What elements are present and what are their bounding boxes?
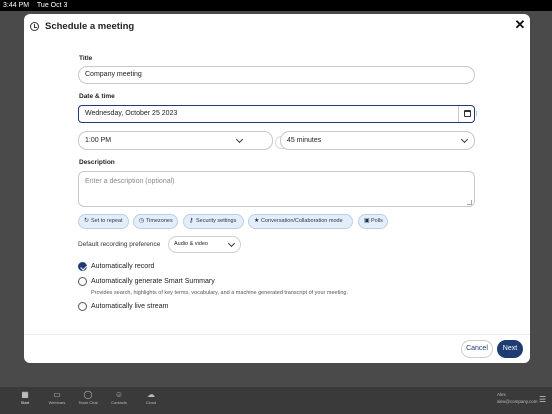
start-time-select[interactable]: 1:00 PM <box>78 131 273 150</box>
chip-label: Conversation/Collaboration mode <box>261 218 343 224</box>
set-to-repeat-button[interactable]: ↻ Set to repeat <box>78 214 129 229</box>
datetime-label: Date & time <box>79 93 115 100</box>
recording-pref-value: Audio & video <box>174 241 208 247</box>
poll-icon: ▣ <box>364 218 370 224</box>
chip-label: Timezones <box>146 218 173 224</box>
nav-item-label: Webinars <box>48 400 66 405</box>
auto-record-checkbox[interactable] <box>78 262 87 271</box>
calendar-icon <box>464 110 471 117</box>
calendar-icon: ▦ <box>21 390 29 399</box>
chat-icon: ◯ <box>83 390 93 399</box>
status-bar: 3:44 PM Tue Oct 3 <box>0 0 552 11</box>
nav-user[interactable]: Alex alex@company.com <box>497 391 538 405</box>
smart-summary-checkbox[interactable] <box>78 277 87 286</box>
nav-item-label: Team Chat <box>78 400 98 405</box>
schedule-meeting-dialog: Schedule a meeting ✕ Title Company meeti… <box>24 14 530 363</box>
cloud-icon: ☁ <box>147 390 155 399</box>
star-icon: ★ <box>254 218 260 224</box>
live-stream-label: Automatically live stream <box>91 303 169 310</box>
clock-icon: ◷ <box>139 218 145 224</box>
nav-item-team-chat[interactable]: ◯ Team Chat <box>74 390 102 405</box>
dialog-header: Schedule a meeting ✕ <box>24 14 530 40</box>
nav-item-contacts[interactable]: ☺ Contacts <box>105 390 133 405</box>
duration-value: 45 minutes <box>287 137 322 144</box>
monitor-icon: ▭ <box>53 390 61 399</box>
date-input[interactable]: Wednesday, October 25 2023 <box>78 105 475 123</box>
close-button[interactable]: ✕ <box>513 18 527 32</box>
polls-button[interactable]: ▣Polls <box>358 214 388 229</box>
date-picker-stub: | <box>476 111 478 117</box>
chip-label: Polls <box>371 218 383 224</box>
collaboration-mode-button[interactable]: ★ Conversation/Collaboration mode <box>248 214 353 229</box>
dialog-title: Schedule a meeting <box>45 21 135 32</box>
cancel-button[interactable]: Cancel <box>461 340 493 358</box>
footer-divider <box>24 334 530 335</box>
nav-user-status: alex@company.com <box>497 399 538 404</box>
description-textarea[interactable]: Enter a description (optional) <box>78 171 475 207</box>
repeat-icon: ↻ <box>84 218 90 224</box>
start-time-value: 1:00 PM <box>85 137 112 144</box>
smart-summary-helper: Provides search, highlights of key terms… <box>91 290 349 296</box>
smart-summary-label: Automatically generate Smart Summary <box>91 278 215 285</box>
key-icon: ⚷ <box>189 218 194 224</box>
description-label: Description <box>79 159 115 166</box>
chip-label: Security settings <box>196 218 237 224</box>
date-picker-button[interactable] <box>458 106 475 122</box>
resize-handle[interactable] <box>467 200 472 205</box>
duration-select[interactable]: 45 minutes <box>280 131 475 150</box>
nav-item-webinars[interactable]: ▭ Webinars <box>43 390 71 405</box>
next-button[interactable]: Next <box>497 340 523 358</box>
title-input[interactable]: Company meeting <box>78 66 475 84</box>
bottom-nav: ▦ Start ▭ Webinars ◯ Team Chat ☺ Contact… <box>0 387 552 414</box>
clock-icon <box>30 22 39 31</box>
nav-item-label: Start <box>20 400 30 405</box>
recording-pref-label: Default recording preference <box>78 241 161 248</box>
auto-record-label: Automatically record <box>91 263 155 270</box>
contacts-icon: ☺ <box>114 390 124 399</box>
nav-item-label: Cloud <box>145 400 157 405</box>
nav-item-start[interactable]: ▦ Start <box>11 390 39 405</box>
live-stream-checkbox[interactable] <box>78 302 87 311</box>
chip-label: Set to repeat <box>91 218 123 224</box>
timezones-button[interactable]: ◷ Timezones <box>133 214 178 229</box>
status-time: 3:44 PM <box>3 2 30 9</box>
nav-item-label: Contacts <box>111 400 127 405</box>
title-label: Title <box>79 55 93 62</box>
menu-icon[interactable]: ☰ <box>539 395 546 404</box>
status-date: Tue Oct 3 <box>36 2 68 9</box>
nav-user-name: Alex <box>497 392 506 397</box>
nav-item-cloud[interactable]: ☁ Cloud <box>137 390 165 405</box>
security-settings-button[interactable]: ⚷ Security settings <box>183 214 244 229</box>
